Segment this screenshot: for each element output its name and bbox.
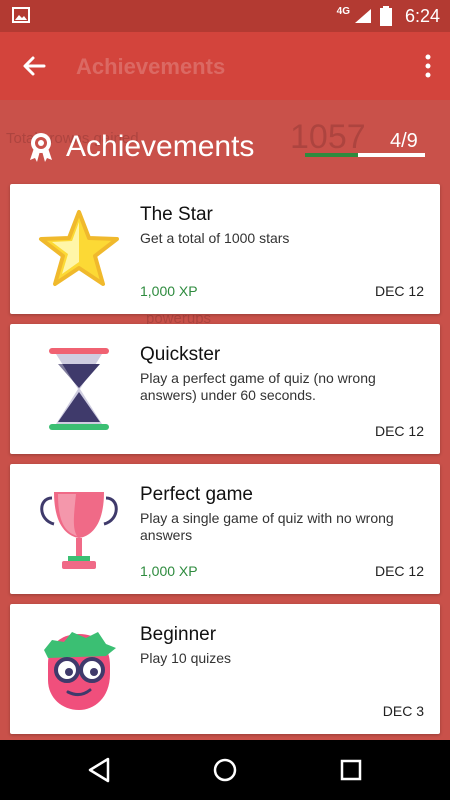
achievements-progress-fill — [305, 153, 358, 157]
back-arrow-icon[interactable] — [18, 50, 50, 82]
achievement-name: Beginner — [140, 624, 217, 645]
achievement-date: DEC 12 — [374, 283, 424, 299]
battery-icon — [380, 6, 392, 26]
achievement-description: Get a total of 1000 stars — [140, 230, 290, 246]
star-icon — [39, 210, 119, 286]
app-bar: Achievements — [0, 32, 450, 100]
achievement-xp: 1,000 XP — [140, 283, 198, 299]
achievement-xp: 1,000 XP — [140, 563, 198, 579]
recents-nav-icon[interactable] — [336, 755, 366, 785]
signal-icon — [355, 9, 371, 23]
back-nav-icon[interactable] — [84, 755, 114, 785]
achievement-date: DEC 12 — [374, 423, 424, 439]
achievement-date: DEC 3 — [382, 703, 424, 719]
achievement-date: DEC 12 — [374, 563, 424, 579]
achievements-list[interactable]: The Star Get a total of 1000 stars 1,000… — [10, 184, 440, 744]
trophy-icon — [40, 492, 118, 569]
achievement-name: Quickster — [140, 344, 221, 365]
navigation-bar — [0, 740, 450, 800]
achievements-progress-bar — [305, 153, 425, 157]
award-ribbon-icon — [30, 133, 52, 162]
achievement-card-perfect-game[interactable]: Perfect game Play a single game of quiz … — [10, 464, 440, 594]
achievement-name: Perfect game — [140, 484, 253, 505]
status-bar: 4G 6:24 — [0, 0, 450, 32]
achievements-count: 4/9 — [390, 130, 418, 152]
achievement-description: Play a perfect game of quiz (no wrong an… — [140, 370, 376, 403]
nerd-face-icon — [44, 632, 116, 710]
achievements-header: Achievements 4/9 — [0, 118, 450, 178]
hourglass-icon — [49, 348, 109, 430]
achievement-description: Play a single game of quiz with no wrong… — [140, 510, 394, 543]
home-nav-icon[interactable] — [210, 755, 240, 785]
achievement-description: Play 10 quizes — [140, 650, 232, 666]
image-notification-icon — [12, 7, 30, 23]
achievement-card-quickster[interactable]: Quickster Play a perfect game of quiz (n… — [10, 324, 440, 454]
achievements-title: Achievements — [66, 130, 255, 163]
app-bar-title: Achievements — [76, 54, 226, 79]
network-type: 4G — [336, 6, 350, 17]
clock: 6:24 — [404, 6, 440, 26]
achievement-card-the-star[interactable]: The Star Get a total of 1000 stars 1,000… — [10, 184, 440, 314]
achievement-card-beginner[interactable]: Beginner Play 10 quizes DEC 3 — [10, 604, 440, 734]
achievement-name: The Star — [140, 204, 213, 225]
more-options-icon[interactable] — [422, 52, 434, 80]
